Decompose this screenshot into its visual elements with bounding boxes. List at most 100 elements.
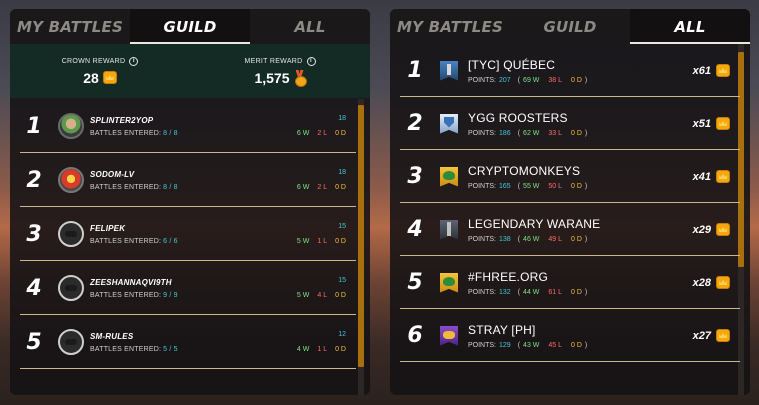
player-name[interactable]: SPLINTER2YOP (90, 116, 292, 125)
battles-entered-value: 9 / 9 (163, 291, 178, 299)
tab-guild[interactable]: GUILD (510, 9, 630, 44)
player-score: 12 (338, 331, 346, 338)
points-value: 129 (499, 341, 511, 349)
info-icon[interactable]: i (129, 56, 139, 66)
player-list[interactable]: 1 SPLINTER2YOP BATTLES ENTERED: 8 / 8 18 … (10, 99, 364, 395)
crown-coin-icon (716, 117, 730, 130)
crown-reward: CROWN REWARD i 28 (10, 44, 190, 98)
battles-entered-value: 8 / 8 (163, 183, 178, 191)
guild-row[interactable]: 4 LEGENDARY WARANE POINTS: 138(46 W 49 L0 … (390, 203, 744, 256)
draws: 0 D (571, 288, 582, 296)
crown-coin-icon (716, 64, 730, 77)
crown-coin-icon (716, 223, 730, 236)
player-score: 15 (338, 277, 346, 284)
losses: 50 L (548, 182, 563, 190)
points-label: POINTS: (468, 182, 497, 190)
draws: 0 D (335, 346, 346, 353)
guild-name[interactable]: YGG ROOSTERS (468, 111, 688, 125)
reward-multiplier: x41 (692, 170, 711, 183)
shield-banner (440, 113, 458, 134)
losses: 49 L (548, 235, 563, 243)
reward-multiplier: x29 (692, 223, 711, 236)
player-rank: 4 (26, 275, 42, 301)
player-row[interactable]: 3 FELIPEK BATTLES ENTERED: 6 / 6 15 5 W 1 … (10, 207, 364, 261)
player-name[interactable]: SODOM-LV (90, 170, 292, 179)
tab-all[interactable]: ALL (630, 9, 750, 44)
wins: 6 W (296, 184, 310, 191)
merit-reward-label: MERIT REWARD (244, 57, 303, 65)
points-value: 186 (499, 129, 511, 137)
guild-name[interactable]: #FHREE.ORG (468, 270, 688, 284)
battles-entered-value: 8 / 8 (163, 129, 178, 137)
merit-medal-icon (294, 70, 307, 87)
draws: 0 D (571, 182, 582, 190)
blue-banner (440, 60, 458, 81)
wins: 43 W (523, 341, 540, 349)
player-rank: 1 (26, 113, 42, 139)
player-rank: 2 (26, 167, 42, 193)
draws: 0 D (335, 238, 346, 245)
tab-guild[interactable]: GUILD (130, 9, 250, 44)
player-name[interactable]: ZEESHANNAQVI9TH (90, 278, 292, 287)
guild-name[interactable]: LEGENDARY WARANE (468, 217, 688, 231)
guild-rank: 6 (407, 323, 423, 348)
points-value: 165 (499, 182, 511, 190)
wins: 62 W (523, 129, 540, 137)
battles-entered-value: 5 / 5 (163, 345, 178, 353)
wins: 6 W (296, 130, 310, 137)
player-name[interactable]: FELIPEK (90, 224, 292, 233)
battles-entered-label: BATTLES ENTERED: (90, 345, 162, 353)
reward-multiplier: x27 (692, 329, 711, 342)
crown-coin-icon (716, 329, 730, 342)
all-guilds-leaderboard-panel: MY BATTLES GUILD ALL 1 [TYC] QUÉBEC POIN… (390, 9, 750, 395)
reward-bar: CROWN REWARD i 28 MERIT REWARD i 1,575 (10, 44, 370, 98)
guild-row[interactable]: 2 YGG ROOSTERS POINTS: 186(62 W 33 L0 D) x… (390, 97, 744, 150)
merit-reward-value: 1,575 (254, 69, 290, 86)
green-summoner-avatar (58, 113, 84, 139)
points-value: 132 (499, 288, 511, 296)
player-row[interactable]: 5 SM-RULES BATTLES ENTERED: 5 / 5 12 4 W 1… (10, 315, 364, 369)
guild-row[interactable]: 1 [TYC] QUÉBEC POINTS: 207(69 W 38 L0 D) x… (390, 44, 744, 97)
guild-rank: 5 (407, 270, 423, 295)
wins: 44 W (523, 288, 540, 296)
tab-my-battles[interactable]: MY BATTLES (10, 9, 130, 44)
points-label: POINTS: (468, 288, 497, 296)
player-row[interactable]: 4 ZEESHANNAQVI9TH BATTLES ENTERED: 9 / 9 … (10, 261, 364, 315)
battles-entered-label: BATTLES ENTERED: (90, 291, 162, 299)
tab-my-battles[interactable]: MY BATTLES (390, 9, 510, 44)
guild-row[interactable]: 6 STRAY [PH] POINTS: 129(43 W 45 L0 D) x27 (390, 309, 744, 362)
player-row[interactable]: 1 SPLINTER2YOP BATTLES ENTERED: 8 / 8 18 … (10, 99, 364, 153)
draws: 0 D (571, 235, 582, 243)
player-row[interactable]: 2 SODOM-LV BATTLES ENTERED: 8 / 8 18 6 W 2… (10, 153, 364, 207)
crown-coin-icon (102, 71, 117, 84)
left-tab-bar: MY BATTLES GUILD ALL (10, 9, 370, 44)
guild-row[interactable]: 5 #FHREE.ORG POINTS: 132(44 W 61 L0 D) x28 (390, 256, 744, 309)
guild-rank: 1 (407, 58, 423, 83)
guild-list[interactable]: 1 [TYC] QUÉBEC POINTS: 207(69 W 38 L0 D) x… (390, 44, 744, 395)
tab-all[interactable]: ALL (250, 9, 370, 44)
player-rank: 5 (26, 329, 42, 355)
wins: 55 W (523, 182, 540, 190)
dark-banner (440, 219, 458, 240)
losses: 4 L (317, 292, 328, 299)
player-name[interactable]: SM-RULES (90, 332, 292, 341)
info-icon[interactable]: i (306, 56, 316, 66)
crown-reward-label: CROWN REWARD (61, 57, 126, 65)
losses: 1 L (317, 346, 328, 353)
wins: 46 W (523, 235, 540, 243)
gold-banner (440, 272, 458, 293)
guild-name[interactable]: [TYC] QUÉBEC (468, 58, 688, 72)
guild-name[interactable]: CRYPTOMONKEYS (468, 164, 688, 178)
points-value: 138 (499, 235, 511, 243)
guild-rank: 4 (407, 217, 423, 242)
wins: 5 W (296, 238, 310, 245)
guild-name[interactable]: STRAY [PH] (468, 323, 688, 337)
wins: 4 W (296, 346, 310, 353)
gold-banner (440, 166, 458, 187)
points-value: 207 (499, 76, 511, 84)
losses: 38 L (548, 76, 563, 84)
losses: 2 L (317, 130, 328, 137)
guild-row[interactable]: 3 CRYPTOMONKEYS POINTS: 165(55 W 50 L0 D) … (390, 150, 744, 203)
guild-rank: 3 (407, 164, 423, 189)
reward-multiplier: x61 (692, 64, 711, 77)
